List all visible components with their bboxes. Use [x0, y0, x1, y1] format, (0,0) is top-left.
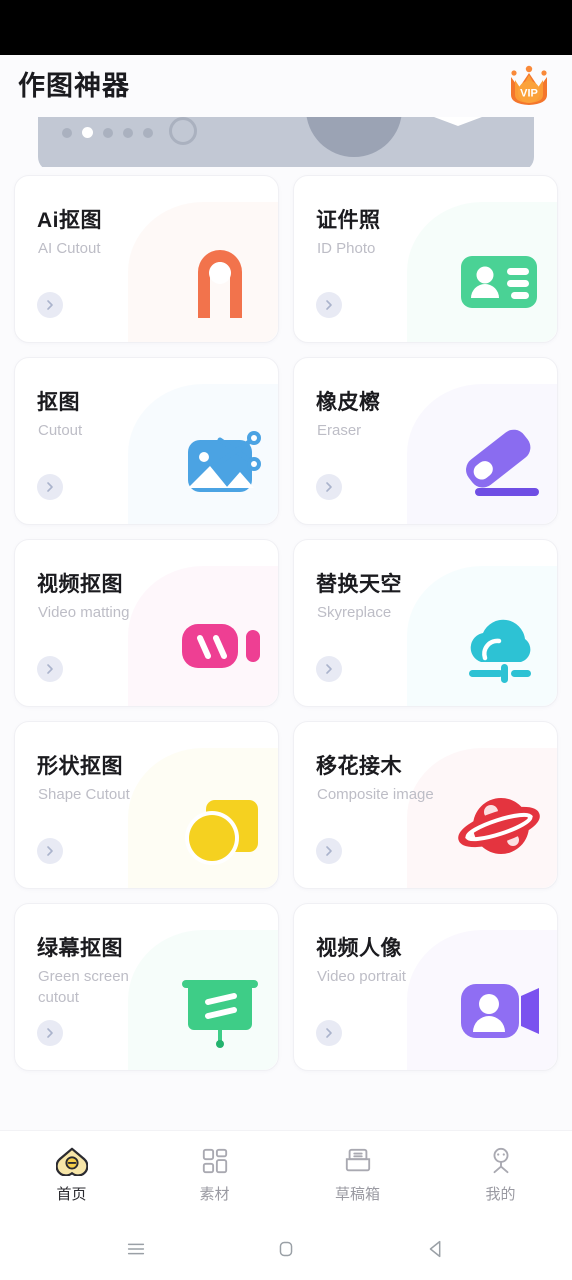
promo-banner-carousel[interactable]: [0, 117, 572, 167]
chevron-right-icon[interactable]: [37, 292, 63, 318]
bottom-tab-bar: 首页 素材 草稿箱 我的: [0, 1130, 572, 1218]
ai-cutout-arch-icon: [176, 236, 264, 324]
id-card-icon: [455, 236, 543, 324]
banner-dot-active[interactable]: [82, 127, 93, 138]
chevron-right-icon[interactable]: [316, 838, 342, 864]
tool-card-subtitle: Composite image: [317, 786, 434, 803]
person-profile-icon: [484, 1145, 518, 1177]
tool-card-title: 替换天空: [316, 573, 402, 596]
banner-circle-shape: [306, 117, 402, 157]
banner-dot[interactable]: [103, 127, 113, 138]
tool-card-cutout[interactable]: 抠图 Cutout: [14, 357, 279, 525]
image-scissors-icon: [176, 418, 264, 506]
tool-card-subtitle: Video portrait: [317, 968, 406, 985]
tool-card-sky-replace[interactable]: 替换天空 Skyreplace: [293, 539, 558, 707]
chevron-right-icon[interactable]: [316, 656, 342, 682]
tools-grid: Ai抠图 AI Cutout 证件照 ID Photo 抠图 Cutout 橡皮…: [0, 167, 572, 1071]
chevron-right-icon[interactable]: [37, 1020, 63, 1046]
drafts-tray-icon: [341, 1145, 375, 1177]
svg-text:VIP: VIP: [520, 88, 538, 100]
tool-card-shape-cutout[interactable]: 形状抠图 Shape Cutout: [14, 721, 279, 889]
tab-profile[interactable]: 我的: [429, 1145, 572, 1204]
banner-ring-shape: [169, 117, 197, 145]
tool-card-title: Ai抠图: [37, 209, 102, 232]
tool-card-subtitle: Shape Cutout: [38, 786, 130, 803]
chevron-right-icon[interactable]: [37, 838, 63, 864]
banner-dot[interactable]: [143, 127, 153, 138]
chevron-right-icon[interactable]: [316, 292, 342, 318]
tool-card-title: 抠图: [37, 391, 80, 414]
banner-dot[interactable]: [62, 127, 72, 138]
android-recents-button[interactable]: [61, 1237, 211, 1261]
tool-card-ai-cutout[interactable]: Ai抠图 AI Cutout: [14, 175, 279, 343]
tool-card-subtitle: Cutout: [38, 422, 83, 439]
tool-card-green-screen-cutout[interactable]: 绿幕抠图 Green screen cutout: [14, 903, 279, 1071]
tool-card-eraser[interactable]: 橡皮檫 Eraser: [293, 357, 558, 525]
tool-card-title: 视频人像: [316, 937, 402, 960]
tool-card-title: 视频抠图: [37, 573, 123, 596]
person-video-icon: [455, 964, 543, 1052]
tool-card-title: 橡皮檫: [316, 391, 381, 414]
tool-card-subtitle: ID Photo: [317, 240, 376, 257]
tool-card-subtitle: Skyreplace: [317, 604, 392, 621]
shape-square-circle-icon: [176, 782, 264, 870]
cloud-sky-icon: [455, 600, 543, 688]
banner-slide[interactable]: [38, 117, 534, 167]
tab-home[interactable]: 首页: [0, 1145, 143, 1204]
banner-dot[interactable]: [123, 127, 133, 138]
status-bar: [0, 0, 572, 55]
chevron-right-icon[interactable]: [37, 474, 63, 500]
home-icon: [55, 1145, 89, 1177]
android-back-button[interactable]: [361, 1237, 511, 1261]
vip-crown-icon[interactable]: VIP: [506, 64, 552, 108]
banner-dots[interactable]: [62, 127, 153, 138]
tool-card-title: 移花接木: [316, 755, 402, 778]
tab-label: 首页: [56, 1186, 87, 1203]
tool-card-subtitle: Video matting: [38, 604, 130, 621]
phone-screen: 作图神器 VIP Ai抠图 AI Cutout 证件照 ID Photo 抠图 …: [0, 0, 572, 1280]
chevron-right-icon[interactable]: [316, 474, 342, 500]
tool-card-title: 绿幕抠图: [37, 937, 123, 960]
tool-card-video-matting[interactable]: 视频抠图 Video matting: [14, 539, 279, 707]
tool-card-video-portrait[interactable]: 视频人像 Video portrait: [293, 903, 558, 1071]
tool-card-composite-image[interactable]: 移花接木 Composite image: [293, 721, 558, 889]
tool-card-id-photo[interactable]: 证件照 ID Photo: [293, 175, 558, 343]
tool-card-subtitle: AI Cutout: [38, 240, 101, 257]
page-title: 作图神器: [18, 70, 130, 101]
android-home-button[interactable]: [211, 1237, 361, 1261]
app-header: 作图神器 VIP: [0, 55, 572, 117]
tool-card-subtitle: Green screen cutout: [38, 968, 129, 1006]
android-navigation-bar: [0, 1218, 572, 1280]
tab-materials[interactable]: 素材: [143, 1145, 286, 1204]
tab-label: 我的: [485, 1186, 516, 1203]
green-screen-board-icon: [176, 964, 264, 1052]
tool-card-title: 证件照: [316, 209, 381, 232]
tool-card-title: 形状抠图: [37, 755, 123, 778]
eraser-icon: [455, 418, 543, 506]
planet-icon: [455, 782, 543, 870]
chevron-right-icon[interactable]: [316, 1020, 342, 1046]
tool-card-subtitle: Eraser: [317, 422, 362, 439]
tab-label: 素材: [199, 1186, 230, 1203]
chevron-right-icon[interactable]: [37, 656, 63, 682]
tab-label: 草稿箱: [334, 1186, 380, 1203]
tab-drafts[interactable]: 草稿箱: [286, 1145, 429, 1204]
video-camera-icon: [176, 600, 264, 688]
grid-blocks-icon: [198, 1145, 232, 1177]
